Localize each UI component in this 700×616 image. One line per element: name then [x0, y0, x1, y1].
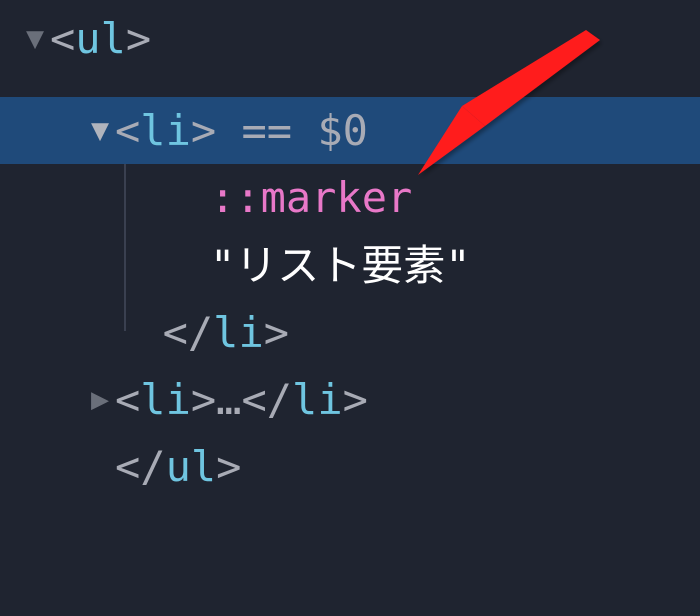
- punct-open: </: [115, 433, 166, 500]
- punct-open: </: [163, 299, 214, 366]
- punct-open: </: [241, 366, 292, 433]
- dom-tree-row-li-collapsed[interactable]: ▶ <li>…</li>: [0, 366, 700, 433]
- dom-tree-row-text-node[interactable]: "リスト要素": [0, 232, 700, 299]
- tag-ul: ul: [75, 5, 126, 72]
- indent-guide: [124, 232, 126, 299]
- disclosure-closed-icon[interactable]: ▶: [85, 376, 115, 424]
- punct-open: <: [115, 97, 140, 164]
- disclosure-open-icon[interactable]: ▼: [20, 15, 50, 63]
- dom-tree-row-pseudo-marker[interactable]: ::marker: [0, 164, 700, 231]
- punct-close: >: [191, 97, 216, 164]
- tag-li: li: [213, 299, 264, 366]
- text-node-content: "リスト要素": [210, 232, 471, 299]
- punct-close: >: [264, 299, 289, 366]
- punct-close: >: [216, 433, 241, 500]
- dom-tree-row-li-selected[interactable]: ▼ <li> == $0: [0, 97, 700, 164]
- selected-element-marker: == $0: [216, 97, 368, 164]
- ellipsis[interactable]: …: [216, 366, 241, 433]
- tag-li: li: [292, 366, 343, 433]
- dom-tree-row-li-close[interactable]: </li>: [0, 299, 700, 366]
- dom-tree-row-ul-open[interactable]: ▼ <ul>: [0, 5, 700, 72]
- punct-close: >: [126, 5, 151, 72]
- disclosure-open-icon[interactable]: ▼: [85, 107, 115, 155]
- indent-guide: [124, 299, 126, 331]
- dom-tree-row-ul-close[interactable]: </ul>: [0, 433, 700, 500]
- tag-ul: ul: [166, 433, 217, 500]
- punct-open: <: [50, 5, 75, 72]
- punct-close: >: [191, 366, 216, 433]
- tag-li: li: [140, 366, 191, 433]
- tag-li: li: [140, 97, 191, 164]
- punct-open: <: [115, 366, 140, 433]
- indent-guide: [124, 164, 126, 231]
- punct-close: >: [343, 366, 368, 433]
- pseudo-element-marker: ::marker: [210, 164, 412, 231]
